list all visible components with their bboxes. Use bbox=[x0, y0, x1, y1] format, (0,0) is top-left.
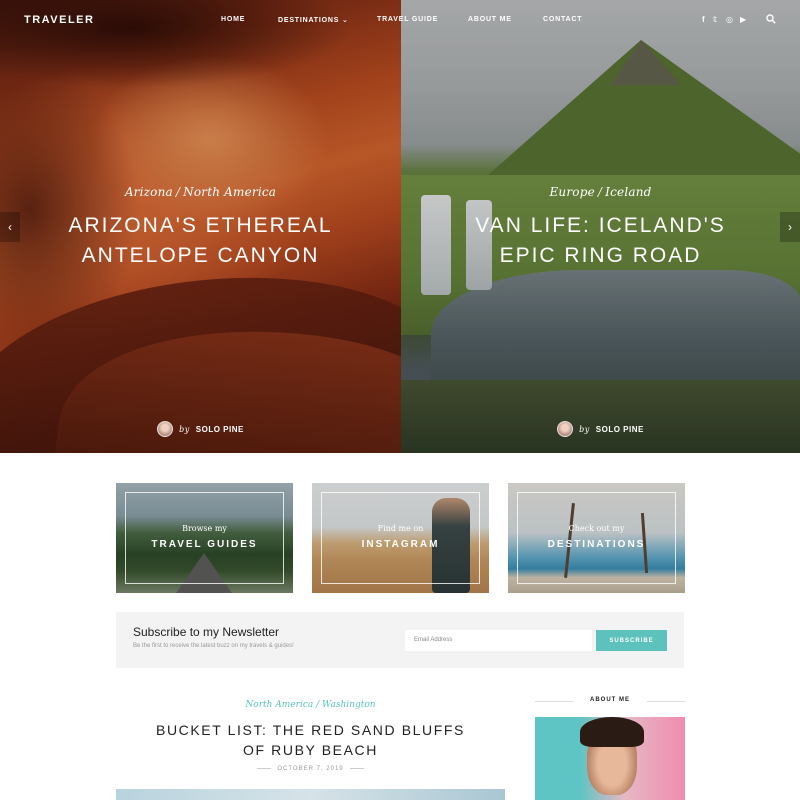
slide-categories: Europe / Iceland bbox=[401, 185, 800, 199]
promo-small-text: Browse my bbox=[182, 524, 227, 533]
newsletter-box: Subscribe to my Newsletter Be the first … bbox=[116, 612, 684, 668]
slide-title[interactable]: ARIZONA'S ETHEREAL ANTELOPE CANYON bbox=[0, 211, 401, 271]
category-link[interactable]: North America bbox=[245, 700, 313, 710]
promo-big-text: DESTINATIONS bbox=[547, 539, 646, 550]
slide-author: by SOLO PINE bbox=[0, 421, 401, 437]
slide-categories: Arizona / North America bbox=[0, 185, 401, 199]
avatar bbox=[557, 421, 574, 437]
youtube-icon[interactable]: ▶ bbox=[740, 15, 746, 24]
facebook-icon[interactable]: f bbox=[702, 15, 705, 24]
nav-destinations[interactable]: DESTINATIONS ⌄ bbox=[278, 16, 349, 24]
hero-slider: Arizona / North America ARIZONA'S ETHEREAL… bbox=[0, 0, 800, 453]
promo-small-text: Find me on bbox=[377, 524, 424, 533]
promo-caption: Find me on INSTAGRAM bbox=[312, 524, 489, 550]
author-by: by bbox=[179, 424, 190, 434]
twitter-icon[interactable]: 𝕥 bbox=[713, 15, 717, 24]
slide-caption: Arizona / North America ARIZONA'S ETHEREAL… bbox=[0, 185, 401, 271]
chevron-down-icon: ⌄ bbox=[341, 17, 349, 24]
newsletter-title: Subscribe to my Newsletter bbox=[133, 625, 280, 639]
post-title[interactable]: BUCKET LIST: THE RED SAND BLUFFS OF RUBY… bbox=[116, 720, 505, 760]
newsletter-description: Be the first to receive the latest buzz … bbox=[133, 643, 294, 649]
photo-decoration bbox=[580, 717, 644, 747]
promo-caption: Browse my TRAVEL GUIDES bbox=[116, 524, 293, 550]
slide-title[interactable]: VAN LIFE: ICELAND'S EPIC RING ROAD bbox=[401, 211, 800, 271]
promo-instagram[interactable]: Find me on INSTAGRAM bbox=[312, 483, 489, 593]
about-me-heading: ABOUT ME bbox=[535, 697, 685, 703]
promo-travel-guides[interactable]: Browse my TRAVEL GUIDES bbox=[116, 483, 293, 593]
post-date: OCTOBER 7, 2019 bbox=[116, 766, 505, 772]
about-me-photo bbox=[535, 717, 685, 800]
post-image[interactable] bbox=[116, 789, 505, 800]
nav-destinations-label: DESTINATIONS bbox=[278, 17, 340, 24]
author-name[interactable]: SOLO PINE bbox=[196, 425, 244, 434]
promo-caption: Check out my DESTINATIONS bbox=[508, 524, 685, 550]
avatar bbox=[157, 421, 174, 437]
site-logo[interactable]: TRAVELER bbox=[24, 14, 94, 26]
nav-about-me[interactable]: ABOUT ME bbox=[468, 16, 512, 23]
nav-home[interactable]: HOME bbox=[221, 16, 245, 23]
slide-author: by SOLO PINE bbox=[401, 421, 800, 437]
category-separator: / bbox=[597, 185, 603, 199]
search-icon[interactable] bbox=[766, 14, 776, 24]
instagram-icon[interactable]: ◎ bbox=[726, 15, 733, 24]
chevron-left-icon: ‹ bbox=[8, 220, 12, 234]
category-separator: / bbox=[175, 185, 181, 199]
category-link[interactable]: Europe bbox=[549, 185, 594, 199]
post-categories: North America / Washington bbox=[116, 700, 505, 710]
nav-contact[interactable]: CONTACT bbox=[543, 16, 582, 23]
slide-caption: Europe / Iceland VAN LIFE: ICELAND'S EPIC … bbox=[401, 185, 800, 271]
author-by: by bbox=[579, 424, 590, 434]
promo-destinations[interactable]: Check out my DESTINATIONS bbox=[508, 483, 685, 593]
category-link[interactable]: Iceland bbox=[605, 185, 651, 199]
email-field[interactable]: Email Address bbox=[405, 630, 592, 651]
promo-big-text: INSTAGRAM bbox=[361, 539, 440, 550]
slider-next-button[interactable]: › bbox=[780, 212, 800, 242]
post-date-text: OCTOBER 7, 2019 bbox=[277, 766, 344, 772]
email-placeholder: Email Address bbox=[414, 637, 453, 643]
site-header: TRAVELER HOME DESTINATIONS ⌄ TRAVEL GUID… bbox=[0, 0, 800, 40]
slider-prev-button[interactable]: ‹ bbox=[0, 212, 20, 242]
category-link[interactable]: Washington bbox=[322, 700, 376, 710]
slide-iceland-ring-road[interactable]: Europe / Iceland VAN LIFE: ICELAND'S EPIC … bbox=[401, 0, 800, 453]
slide-antelope-canyon[interactable]: Arizona / North America ARIZONA'S ETHEREAL… bbox=[0, 0, 401, 453]
chevron-right-icon: › bbox=[788, 220, 792, 234]
category-link[interactable]: Arizona bbox=[125, 185, 173, 199]
promo-big-text: TRAVEL GUIDES bbox=[151, 539, 258, 550]
category-link[interactable]: North America bbox=[183, 185, 276, 199]
category-separator: / bbox=[316, 700, 320, 710]
nav-travel-guide[interactable]: TRAVEL GUIDE bbox=[377, 16, 438, 23]
author-name[interactable]: SOLO PINE bbox=[596, 425, 644, 434]
promo-small-text: Check out my bbox=[568, 524, 625, 533]
subscribe-button[interactable]: SUBSCRIBE bbox=[596, 630, 667, 651]
